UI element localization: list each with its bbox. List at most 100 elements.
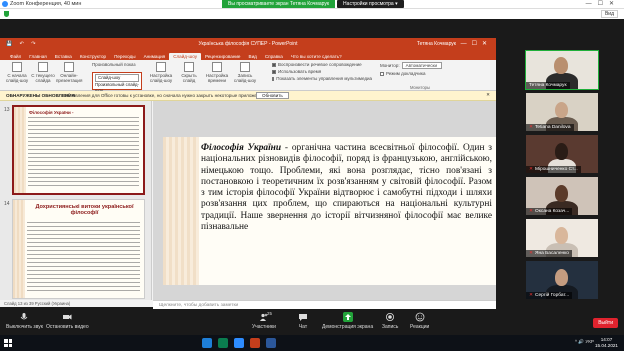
chat-icon xyxy=(299,314,307,321)
edge-icon[interactable] xyxy=(218,338,228,348)
tab-slide-show[interactable]: Слайд-шоу xyxy=(169,53,202,60)
checkbox-box xyxy=(272,76,275,81)
slide-thumbnail-13[interactable]: Філософія України - xyxy=(12,105,145,195)
participant-tile[interactable]: ✕ Мірошниченко Ст... xyxy=(526,135,598,173)
close-icon[interactable]: ✕ xyxy=(486,92,490,98)
view-button[interactable]: Вид xyxy=(600,10,618,18)
view-options-button[interactable]: Настройки просмотра ▾ xyxy=(337,0,404,8)
explorer-icon[interactable] xyxy=(202,338,212,348)
windows-start-icon[interactable] xyxy=(4,339,12,347)
share-screen-button[interactable]: Демонстрация экрана xyxy=(322,312,373,330)
video-gallery: Тетяна Кочмарук ✕ Tetiana Danilova ✕ Мірош… xyxy=(525,50,599,303)
monitor-select[interactable]: Автоматически xyxy=(401,62,442,69)
ribbon-group-options: Воспроизвести речевое сопровождение Испо… xyxy=(272,62,372,83)
record-button[interactable]: Запись слайд-шоу xyxy=(232,62,258,83)
tab-review[interactable]: Рецензирование xyxy=(201,53,244,60)
notice-text: Обновления для Office готовы к установке… xyxy=(64,93,266,98)
participant-tile[interactable]: ✕ Яна Басаленко xyxy=(526,219,598,257)
custom-show-dropdown[interactable]: Слайд-шоу Произвольный слайд-шоу xyxy=(92,72,142,93)
slide-body: - органічна частина всесвітньої філософі… xyxy=(201,143,492,233)
slide-body-text[interactable]: Філософія України - органічна частина вс… xyxy=(201,143,492,233)
zoom-title-bar: Zoom Конференция, 40 мин Вы просматривае… xyxy=(0,0,624,9)
zoom-secondary-bar: Вид xyxy=(0,9,624,19)
window-controls[interactable]: —☐✕ xyxy=(586,0,620,7)
slide-thumbnail-pane[interactable]: 13 Філософія України - 14 Дохристиянські… xyxy=(0,101,152,300)
current-slide[interactable]: Філософія України - органічна частина вс… xyxy=(163,137,496,285)
tab-transitions[interactable]: Переходы xyxy=(110,53,140,60)
mic-muted-icon: ✕ xyxy=(529,209,534,214)
slide-thumbnail-14[interactable]: Дохристиянські витоки української філосо… xyxy=(12,199,145,299)
slideshow-current-icon xyxy=(38,62,48,72)
from-start-button[interactable]: С начала слайд-шоу xyxy=(4,62,30,83)
system-tray[interactable]: ^ 🔊 УКР xyxy=(575,339,594,345)
shield-icon[interactable] xyxy=(4,11,9,17)
participant-tile[interactable]: ✕ Tetiana Danilova xyxy=(526,93,598,131)
record-icon xyxy=(240,62,250,72)
timer-icon xyxy=(212,62,222,72)
hide-slide-button[interactable]: Скрыть слайд xyxy=(176,62,202,83)
ppt-title-bar: 💾 ↶ ↷ Українська філософія СУПЕР - Power… xyxy=(0,38,496,51)
slideshow-icon xyxy=(12,62,22,72)
powerpoint-icon[interactable] xyxy=(250,338,260,348)
checkbox-box xyxy=(272,69,276,74)
decorative-band xyxy=(14,107,26,193)
share-banner-message: Вы просматриваете экран Тетяна Кочмарук xyxy=(222,0,336,8)
tab-animations[interactable]: Анимация xyxy=(140,53,170,60)
chat-button[interactable]: Чат xyxy=(298,312,308,330)
custom-show-button[interactable]: Произвольный показ xyxy=(92,62,142,67)
timings-checkbox[interactable]: Использовать время xyxy=(272,69,372,74)
from-current-button[interactable]: С текущего слайда xyxy=(30,62,56,83)
participant-name: Тетяна Кочмарук xyxy=(526,82,570,89)
participant-name: ✕ Tetiana Danilova xyxy=(526,124,574,131)
decorative-band xyxy=(163,137,199,285)
participants-count: 25 xyxy=(267,311,272,316)
presenter-view-checkbox[interactable]: Режим докладчика xyxy=(380,71,460,76)
share-banner: Вы просматриваете экран Тетяна Кочмарук … xyxy=(222,0,404,8)
tab-design[interactable]: Конструктор xyxy=(76,53,110,60)
slide-lead: Філософія України xyxy=(201,143,282,153)
present-online-button[interactable]: Онлайн-презентация xyxy=(56,62,82,83)
tab-home[interactable]: Главная xyxy=(25,53,50,60)
thumb-lead-text: Філософія України - xyxy=(29,110,74,115)
ribbon: С начала слайд-шоу С текущего слайда Онл… xyxy=(0,60,496,93)
tab-insert[interactable]: Вставка xyxy=(51,53,76,60)
dropdown-selected[interactable]: Слайд-шоу xyxy=(95,74,139,82)
zoom-icon[interactable] xyxy=(234,338,244,348)
participant-name: ✕ Яна Басаленко xyxy=(526,250,572,257)
update-button[interactable]: Обновить xyxy=(256,92,289,99)
tab-view[interactable]: Вид xyxy=(245,53,261,60)
tell-me-search[interactable]: Что вы хотите сделать? xyxy=(287,53,346,60)
tab-file[interactable]: Файл xyxy=(6,53,25,60)
slide-editing-area[interactable]: Філософія України - органічна частина вс… xyxy=(153,101,496,300)
setup-show-button[interactable]: Настройка слайд-шоу xyxy=(148,62,174,83)
leave-meeting-button[interactable]: Выйти xyxy=(593,318,618,328)
reactions-button[interactable]: Реакции xyxy=(410,312,429,330)
ribbon-group-setup: Настройка слайд-шоу Скрыть слайд Настрой… xyxy=(148,62,268,83)
participant-video xyxy=(555,102,568,118)
checkbox-box xyxy=(380,71,384,76)
word-icon[interactable] xyxy=(266,338,276,348)
zoom-window-title: Zoom Конференция, 40 мин xyxy=(10,1,82,7)
ribbon-tabs: Файл Главная Вставка Конструктор Переход… xyxy=(0,51,496,60)
decorative-band xyxy=(13,200,25,298)
record-meeting-button[interactable]: Запись xyxy=(382,312,398,330)
stop-video-button[interactable]: Остановить видео xyxy=(46,312,89,330)
participant-video xyxy=(555,185,568,202)
share-screen-icon xyxy=(342,312,353,322)
media-controls-checkbox[interactable]: Показать элементы управления мультимедиа xyxy=(272,76,372,81)
participant-name: ✕ Сергій Горбат... xyxy=(526,292,573,299)
participants-button[interactable]: Участники 25 xyxy=(252,311,276,330)
rehearse-button[interactable]: Настройка времени xyxy=(204,62,230,83)
clock[interactable]: 14:07 15.04.2021 xyxy=(595,337,618,349)
tab-help[interactable]: Справка xyxy=(261,53,287,60)
participant-tile[interactable]: Тетяна Кочмарук xyxy=(525,50,599,90)
ppt-window-controls[interactable]: —☐✕ xyxy=(461,40,492,47)
narration-checkbox[interactable]: Воспроизвести речевое сопровождение xyxy=(272,62,372,67)
participant-tile[interactable]: ✕ Сергій Горбат... xyxy=(526,261,598,299)
ppt-user[interactable]: Тетяна Кочмарук xyxy=(417,41,456,47)
ppt-status-bar: Слайд 13 из 39 Русский (Украина) xyxy=(0,300,152,307)
monitors-group-label: Мониторы xyxy=(409,85,431,90)
participant-tile[interactable]: ✕ Оксана Козач... xyxy=(526,177,598,215)
participant-name: ✕ Оксана Козач... xyxy=(526,208,573,215)
mute-button[interactable]: Выключить звук xyxy=(6,312,43,330)
